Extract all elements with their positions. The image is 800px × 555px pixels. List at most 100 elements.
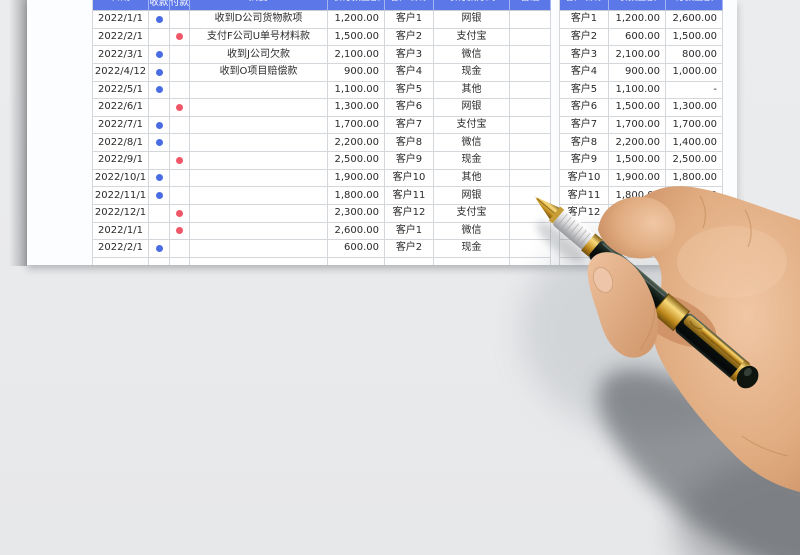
amount-cell[interactable]: 2,200.00: [328, 134, 385, 152]
payment-total-cell[interactable]: [666, 204, 723, 223]
method-cell[interactable]: 现金: [434, 63, 510, 82]
amount-cell[interactable]: 1,700.00: [328, 116, 385, 135]
payment-cell[interactable]: [170, 240, 190, 258]
payment-cell[interactable]: [170, 222, 190, 241]
summary-cell[interactable]: [190, 240, 328, 258]
customer-cell[interactable]: 客户5: [385, 81, 434, 100]
customer-cell[interactable]: 客户10: [385, 169, 434, 188]
customer-cell[interactable]: 客户1: [385, 11, 434, 29]
customer-cell[interactable]: 客户1: [560, 11, 609, 29]
customer-cell[interactable]: 客户9: [560, 152, 609, 170]
note-cell[interactable]: [510, 11, 551, 29]
receipt-total-cell[interactable]: 2,100.00: [609, 46, 666, 64]
payment-cell[interactable]: [170, 152, 190, 170]
customer-cell[interactable]: 客户9: [385, 152, 434, 170]
date-cell[interactable]: 2022/9/1: [93, 152, 149, 170]
note-cell[interactable]: [510, 134, 551, 152]
amount-cell[interactable]: 1,200.00: [328, 11, 385, 29]
customer-cell[interactable]: 客户2: [385, 240, 434, 258]
payment-total-cell[interactable]: 1,500.00: [666, 28, 723, 47]
header-payment[interactable]: 付款: [170, 0, 190, 11]
receipt-cell[interactable]: [149, 99, 170, 117]
customer-cell[interactable]: 客户8: [385, 134, 434, 152]
payment-cell[interactable]: [170, 81, 190, 100]
empty-cell[interactable]: [560, 240, 609, 258]
customer-cell[interactable]: 客户3: [560, 46, 609, 64]
amount-cell[interactable]: 1,800.00: [328, 187, 385, 205]
customer-cell[interactable]: 客户2: [560, 28, 609, 47]
date-cell[interactable]: 2022/2/1: [93, 28, 149, 47]
empty-cell[interactable]: [434, 257, 510, 265]
note-cell[interactable]: [510, 81, 551, 100]
empty-cell[interactable]: [385, 257, 434, 265]
receipt-total-cell[interactable]: 1,900.00: [609, 169, 666, 188]
empty-cell[interactable]: [328, 257, 385, 265]
customer-cell[interactable]: 客户7: [560, 116, 609, 135]
customer-cell[interactable]: 客户11: [385, 187, 434, 205]
note-cell[interactable]: [510, 28, 551, 47]
amount-cell[interactable]: 600.00: [328, 240, 385, 258]
empty-cell[interactable]: [93, 257, 149, 265]
empty-cell[interactable]: [170, 257, 190, 265]
receipt-total-cell[interactable]: 1,500.00: [609, 152, 666, 170]
payment-cell[interactable]: [170, 169, 190, 188]
date-cell[interactable]: 2022/8/1: [93, 134, 149, 152]
payment-cell[interactable]: [170, 187, 190, 205]
receipt-cell[interactable]: [149, 116, 170, 135]
date-cell[interactable]: 2022/3/1: [93, 46, 149, 64]
date-cell[interactable]: 2022/11/1: [93, 187, 149, 205]
payment-cell[interactable]: [170, 116, 190, 135]
date-cell[interactable]: 2022/2/1: [93, 240, 149, 258]
payment-cell[interactable]: [170, 11, 190, 29]
customer-cell[interactable]: 客户1: [385, 222, 434, 241]
method-cell[interactable]: 微信: [434, 46, 510, 64]
empty-cell[interactable]: [560, 222, 609, 241]
receipt-total-cell[interactable]: 1,200.00: [609, 11, 666, 29]
summary-cell[interactable]: 支付F公司U单号材料款: [190, 28, 328, 47]
note-cell[interactable]: [510, 99, 551, 117]
receipt-cell[interactable]: [149, 63, 170, 82]
method-cell[interactable]: 现金: [434, 240, 510, 258]
note-cell[interactable]: [510, 169, 551, 188]
note-cell[interactable]: [510, 204, 551, 223]
summary-cell[interactable]: [190, 81, 328, 100]
empty-cell[interactable]: [560, 257, 609, 265]
amount-cell[interactable]: 2,100.00: [328, 46, 385, 64]
empty-cell[interactable]: [666, 240, 723, 258]
empty-cell[interactable]: [666, 222, 723, 241]
note-cell[interactable]: [510, 152, 551, 170]
header-summary-customer[interactable]: 客户名称: [560, 0, 609, 11]
header-receipt-total[interactable]: 收款金额: [609, 0, 666, 11]
receipt-cell[interactable]: [149, 222, 170, 241]
header-date[interactable]: 日期: [93, 0, 149, 11]
summary-cell[interactable]: [190, 204, 328, 223]
amount-cell[interactable]: 1,100.00: [328, 81, 385, 100]
note-cell[interactable]: [510, 240, 551, 258]
date-cell[interactable]: 2022/5/1: [93, 81, 149, 100]
summary-cell[interactable]: 收到J公司欠款: [190, 46, 328, 64]
summary-cell[interactable]: [190, 152, 328, 170]
note-cell[interactable]: [510, 116, 551, 135]
header-method[interactable]: 收付款方式: [434, 0, 510, 11]
amount-cell[interactable]: 1,300.00: [328, 99, 385, 117]
method-cell[interactable]: 网银: [434, 187, 510, 205]
date-cell[interactable]: 2022/7/1: [93, 116, 149, 135]
customer-cell[interactable]: 客户7: [385, 116, 434, 135]
note-cell[interactable]: [510, 222, 551, 241]
date-cell[interactable]: 2022/4/12: [93, 63, 149, 82]
customer-cell[interactable]: 客户4: [385, 63, 434, 82]
receipt-cell[interactable]: [149, 28, 170, 47]
payment-total-cell[interactable]: 1,700.00: [666, 116, 723, 135]
header-customer[interactable]: 客户名称: [385, 0, 434, 11]
receipt-total-cell[interactable]: 2,300.00: [609, 204, 666, 223]
payment-cell[interactable]: [170, 63, 190, 82]
receipt-cell[interactable]: [149, 169, 170, 188]
note-cell[interactable]: [510, 63, 551, 82]
customer-cell[interactable]: 客户12: [385, 204, 434, 223]
receipt-total-cell[interactable]: 2,200.00: [609, 134, 666, 152]
date-cell[interactable]: 2022/10/1: [93, 169, 149, 188]
payment-cell[interactable]: [170, 204, 190, 223]
method-cell[interactable]: 现金: [434, 152, 510, 170]
summary-cell[interactable]: [190, 222, 328, 241]
method-cell[interactable]: 微信: [434, 134, 510, 152]
